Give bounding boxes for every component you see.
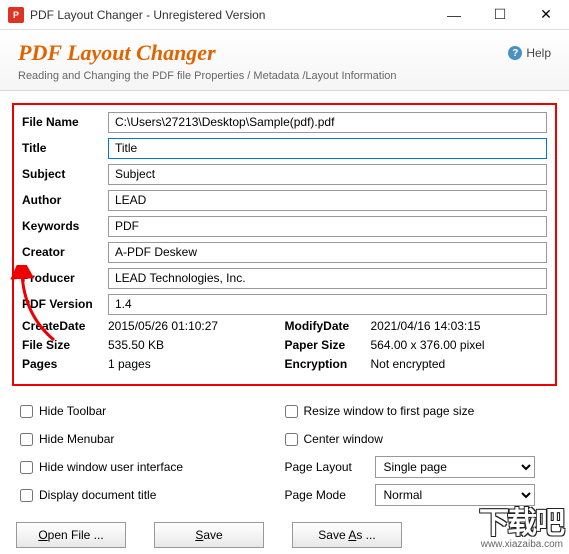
hide-toolbar-label: Hide Toolbar [39,404,106,418]
creator-label: Creator [22,245,108,259]
center-window-checkbox[interactable] [285,433,298,446]
producer-input[interactable] [108,268,547,289]
pages-value: 1 pages [108,357,285,371]
creator-input[interactable] [108,242,547,263]
filesize-value: 535.50 KB [108,338,285,352]
page-layout-select[interactable]: Single page [375,456,535,478]
close-button[interactable]: ✕ [523,0,569,30]
help-link[interactable]: ? Help [508,40,551,60]
header: PDF Layout Changer Reading and Changing … [0,30,569,91]
options-panel: Hide Toolbar Hide Menubar Hide window us… [0,394,569,516]
papersize-label: Paper Size [285,338,371,352]
hide-toolbar-checkbox[interactable] [20,405,33,418]
page-layout-label: Page Layout [285,460,375,474]
subject-input[interactable] [108,164,547,185]
author-label: Author [22,193,108,207]
page-mode-label: Page Mode [285,488,375,502]
app-subtitle: Reading and Changing the PDF file Proper… [18,70,508,82]
createdate-value: 2015/05/26 01:10:27 [108,319,285,333]
pdfver-label: PDF Version [22,297,108,311]
filesize-label: File Size [22,338,108,352]
open-file-button[interactable]: Open File ... [16,522,126,548]
watermark-logo: 下载吧 [479,509,563,539]
filename-label: File Name [22,115,108,129]
save-button[interactable]: Save [154,522,264,548]
properties-panel: File Name Title Subject Author Keywords … [12,103,557,386]
hide-ui-label: Hide window user interface [39,460,183,474]
hide-menubar-label: Hide Menubar [39,432,114,446]
resize-window-label: Resize window to first page size [304,404,475,418]
app-title: PDF Layout Changer [18,40,508,66]
papersize-value: 564.00 x 376.00 pixel [371,338,548,352]
watermark-url: www.xiazaiba.com [479,539,563,550]
createdate-label: CreateDate [22,319,108,333]
encryption-value: Not encrypted [371,357,548,371]
resize-window-checkbox[interactable] [285,405,298,418]
keywords-label: Keywords [22,219,108,233]
keywords-input[interactable] [108,216,547,237]
subject-label: Subject [22,167,108,181]
minimize-button[interactable]: — [431,0,477,30]
title-input[interactable] [108,138,547,159]
producer-label: Producer [22,271,108,285]
filename-input[interactable] [108,112,547,133]
page-mode-select[interactable]: Normal [375,484,535,506]
center-window-label: Center window [304,432,383,446]
window-title: PDF Layout Changer - Unregistered Versio… [30,8,431,22]
help-icon: ? [508,46,522,60]
watermark: 下载吧 www.xiazaiba.com [479,509,563,550]
app-icon: P [8,7,24,23]
display-title-checkbox[interactable] [20,489,33,502]
modifydate-value: 2021/04/16 14:03:15 [371,319,548,333]
display-title-label: Display document title [39,488,156,502]
modifydate-label: ModifyDate [285,319,371,333]
title-label: Title [22,141,108,155]
hide-menubar-checkbox[interactable] [20,433,33,446]
pages-label: Pages [22,357,108,371]
titlebar: P PDF Layout Changer - Unregistered Vers… [0,0,569,30]
save-as-button[interactable]: Save As ... [292,522,402,548]
encryption-label: Encryption [285,357,371,371]
author-input[interactable] [108,190,547,211]
hide-ui-checkbox[interactable] [20,461,33,474]
maximize-button[interactable]: ☐ [477,0,523,30]
pdfver-input[interactable] [108,294,547,315]
